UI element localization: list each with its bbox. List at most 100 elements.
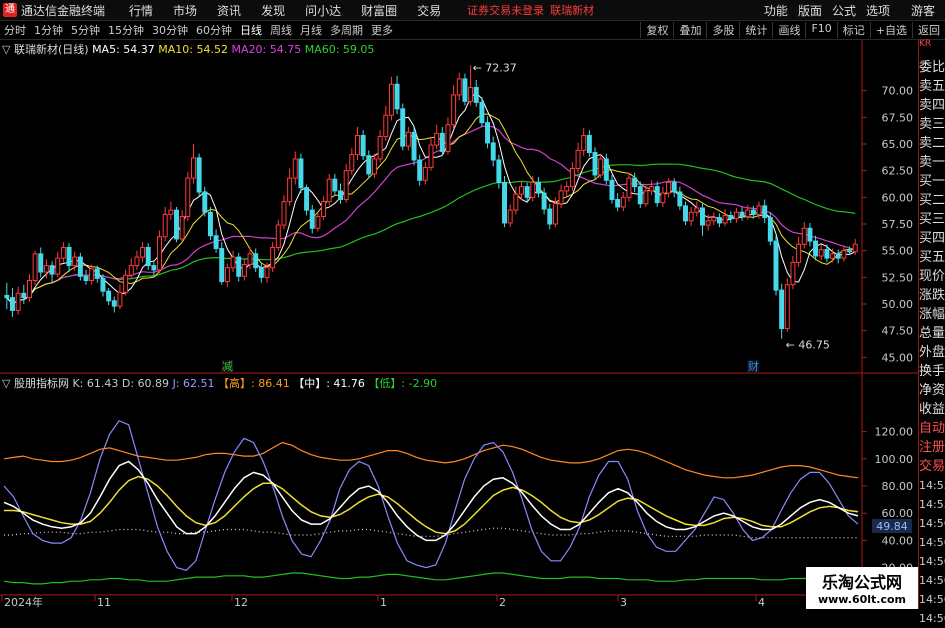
- candle: [609, 179, 615, 200]
- candle: [784, 284, 790, 330]
- period-tab-more[interactable]: 更多: [367, 22, 397, 38]
- candle: [400, 108, 406, 147]
- candle: [552, 203, 558, 225]
- candle: [705, 220, 711, 226]
- event-marker: 财: [748, 359, 759, 373]
- quote-field-label: 注册: [919, 440, 945, 455]
- restore-rights-button[interactable]: 复权: [640, 22, 673, 38]
- indicator-d: D: 60.89: [121, 377, 170, 390]
- d-line: [4, 475, 859, 535]
- quote-field-label: 换手: [919, 364, 945, 379]
- menu-item-layout[interactable]: 版面: [798, 2, 822, 19]
- mark-button[interactable]: 标记: [836, 22, 870, 38]
- menu-item-options[interactable]: 选项: [866, 2, 890, 19]
- menu-item-market[interactable]: 市场: [173, 2, 197, 19]
- menu-item-ask[interactable]: 问小达: [305, 2, 341, 19]
- candle: [485, 122, 491, 144]
- candle: [202, 191, 208, 213]
- guest-label[interactable]: 游客: [911, 2, 935, 19]
- menu-item-function[interactable]: 功能: [764, 2, 788, 19]
- candle: [801, 227, 807, 245]
- candle: [767, 217, 773, 242]
- candle: [315, 216, 321, 229]
- period-tab-weekly[interactable]: 周线: [266, 22, 296, 38]
- candle: [66, 246, 72, 267]
- indicator-expand-icon[interactable]: ▽: [2, 377, 10, 390]
- candle: [468, 86, 474, 102]
- quote-field-label: 卖二: [919, 136, 945, 151]
- menu-item-discover[interactable]: 发现: [261, 2, 285, 19]
- candle: [462, 78, 468, 102]
- period-tab-timeshare[interactable]: 分时: [0, 22, 30, 38]
- chart-canvas[interactable]: 45.00 47.50 50.00 52.50 55.00 57.50 60.00 62.50…: [0, 40, 918, 609]
- candle: [394, 83, 400, 110]
- menu-item-wealth[interactable]: 财富圈: [361, 2, 397, 19]
- multi-stock-button[interactable]: 多股: [706, 22, 739, 38]
- statistics-button[interactable]: 统计: [739, 22, 772, 38]
- candle: [654, 186, 660, 204]
- candle: [496, 159, 502, 183]
- market-code: KR: [919, 39, 932, 49]
- period-tab-daily[interactable]: 日线: [236, 22, 266, 38]
- candle: [4, 294, 10, 299]
- candle: [586, 134, 592, 154]
- legend-expand-icon[interactable]: ▽: [2, 43, 10, 56]
- period-tab-multi[interactable]: 多周期: [326, 22, 367, 38]
- menu-bar: 通 通达信金融终端 行情 市场 资讯 发现 问小达 财富圈 交易 证券交易未登录…: [0, 0, 945, 21]
- candle: [72, 256, 78, 267]
- time-tick-label: 1: [380, 596, 387, 609]
- period-tab-15min[interactable]: 15分钟: [104, 22, 148, 38]
- menu-item-quotes[interactable]: 行情: [129, 2, 153, 19]
- login-notice[interactable]: 证券交易未登录: [467, 2, 544, 18]
- candle: [43, 265, 49, 273]
- candle: [157, 236, 163, 271]
- add-watchlist-button[interactable]: +自选: [869, 22, 912, 38]
- back-button[interactable]: 返回: [912, 22, 945, 38]
- candle: [360, 134, 366, 157]
- candle: [434, 132, 440, 146]
- candle: [309, 209, 315, 229]
- candle: [479, 101, 485, 124]
- period-tab-5min[interactable]: 5分钟: [67, 22, 104, 38]
- candle: [643, 190, 649, 205]
- candle: [756, 205, 762, 215]
- candle: [298, 158, 304, 189]
- time-tick-label: 4: [758, 596, 765, 609]
- candle: [513, 193, 519, 211]
- candle: [89, 268, 95, 282]
- quote-field-label: 自动: [919, 421, 945, 436]
- candle: [174, 209, 179, 240]
- period-tab-30min[interactable]: 30分钟: [148, 22, 192, 38]
- quote-field-label: 现价: [919, 269, 945, 284]
- candle: [728, 214, 734, 220]
- chart-title: 联瑞新材(日线): [13, 43, 89, 56]
- candle: [145, 246, 151, 267]
- menu-item-trade[interactable]: 交易: [417, 2, 441, 19]
- f10-button[interactable]: F10: [805, 22, 836, 38]
- candle: [473, 86, 479, 103]
- period-tab-60min[interactable]: 60分钟: [192, 22, 236, 38]
- menu-item-news[interactable]: 资讯: [217, 2, 241, 19]
- low-line: [3, 572, 858, 585]
- candle: [451, 94, 457, 126]
- candle: [818, 249, 824, 257]
- candle: [151, 265, 157, 271]
- candle: [219, 248, 225, 283]
- candle: [422, 166, 428, 181]
- price-tick-label: 62.50: [882, 165, 914, 178]
- overlay-button[interactable]: 叠加: [673, 22, 706, 38]
- period-tab-monthly[interactable]: 月线: [296, 22, 326, 38]
- candle: [830, 253, 836, 259]
- candle: [739, 211, 745, 218]
- indicator-tick-label: 60.00: [882, 507, 914, 520]
- draw-line-button[interactable]: 画线: [772, 22, 805, 38]
- menu-item-formula[interactable]: 公式: [832, 2, 856, 19]
- candle: [671, 181, 677, 193]
- period-tab-1min[interactable]: 1分钟: [30, 22, 67, 38]
- candle: [745, 209, 751, 218]
- candle: [26, 280, 32, 299]
- quote-field-label: 涨跌: [919, 288, 945, 303]
- indicator-low: 【低】: -2.90: [368, 377, 438, 390]
- candle: [716, 217, 722, 224]
- quote-side-panel: KR 委比 卖五 卖四 卖三 卖二 卖一 买一 买二 买三 买四 买五 现价 涨跌 涨幅 总量 外盘 换手 净资 收益…: [918, 39, 945, 625]
